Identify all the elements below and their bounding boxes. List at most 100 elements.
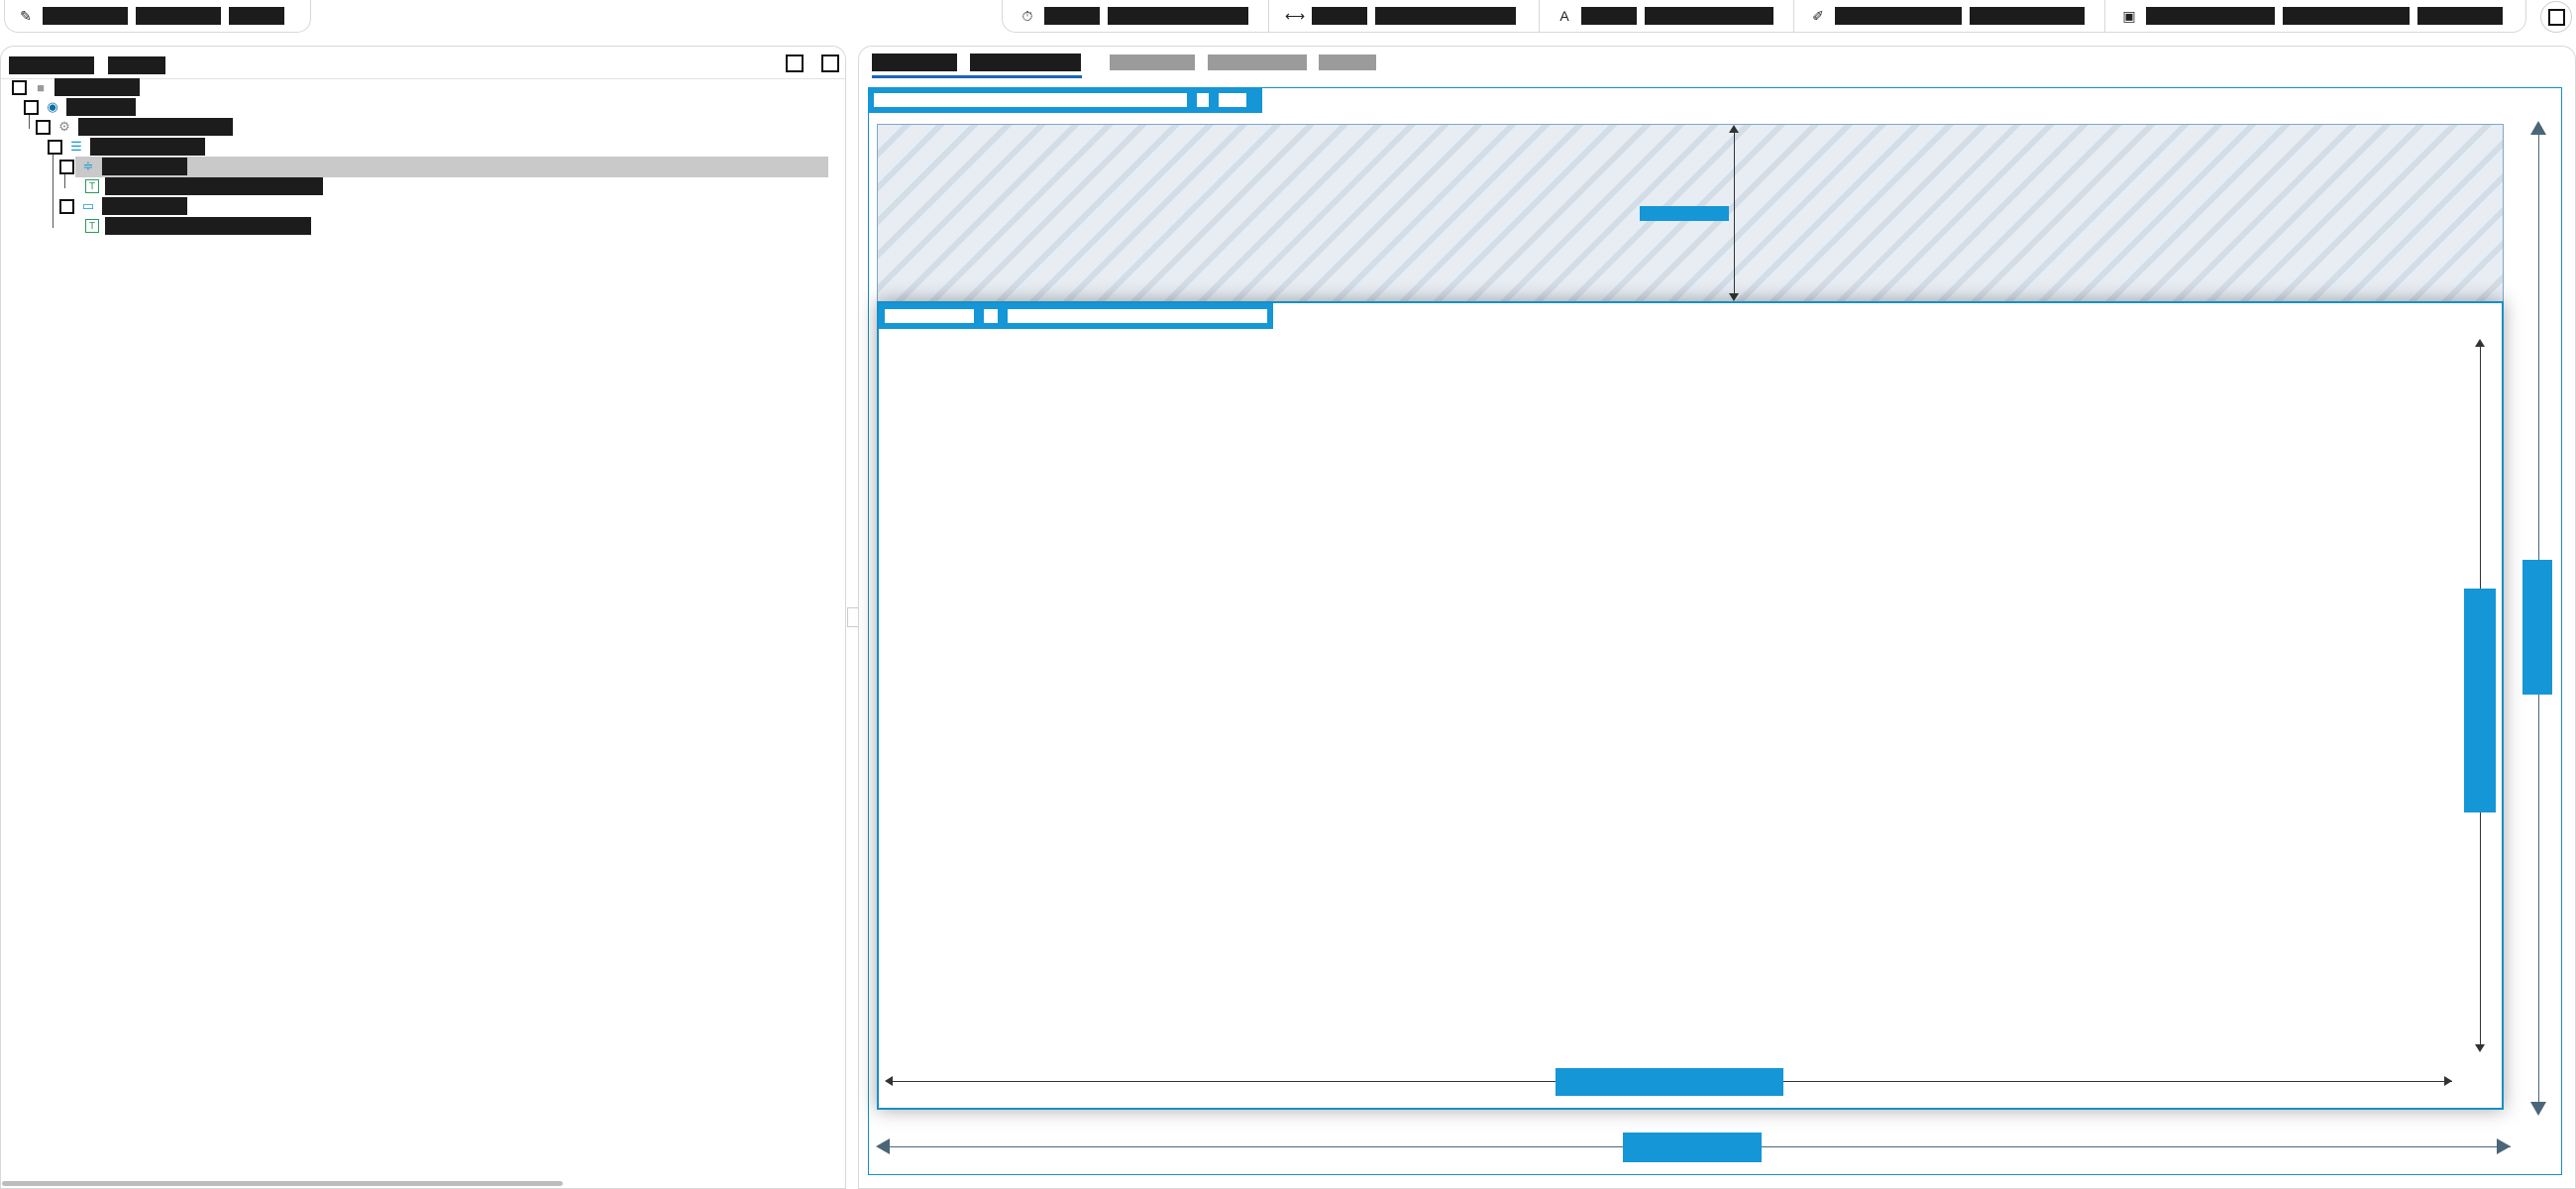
active-tab-indicator	[872, 75, 1082, 78]
toolbar-left-group: ✎ ████████ ████████ █████	[4, 0, 311, 33]
toolbar-divider	[2104, 0, 2105, 32]
content-frame[interactable]	[877, 301, 2504, 1110]
arrow-right-icon	[2497, 1138, 2511, 1154]
panel-toggle-button[interactable]	[2540, 1, 2572, 33]
toolbar-divider	[1539, 0, 1540, 32]
content-frame-name: ████████	[885, 309, 974, 323]
margin-value-label: ███████	[1640, 206, 1729, 221]
arrow-up-icon	[1729, 125, 1739, 133]
text-icon: T	[85, 219, 99, 233]
expand-toggle[interactable]	[12, 79, 27, 95]
tree-node[interactable]: ▭ █▁▁▁████	[59, 196, 187, 216]
arrow-left-icon	[885, 1076, 893, 1086]
tab-label: ████████	[872, 54, 957, 71]
content-frame-sep: █	[984, 309, 998, 323]
window-icon: ▭	[81, 198, 95, 213]
outer-frame-size: ███	[1219, 93, 1246, 107]
arrow-down-icon	[1729, 293, 1739, 301]
toolbar-image-extra[interactable]: ████████	[2417, 7, 2503, 25]
tab-label: ██████████	[1208, 54, 1307, 70]
arrow-down-icon	[2530, 1102, 2546, 1116]
magic-wand-icon[interactable]: ✎	[17, 7, 35, 25]
panel-toggle-icon	[2547, 8, 2565, 26]
toolbar-timer-label[interactable]: █████	[1044, 7, 1100, 25]
arrow-down-icon	[2475, 1044, 2485, 1052]
tree-connector	[53, 149, 54, 228]
outer-width-label: ██████████	[1623, 1133, 1762, 1162]
tree-node-label: ████████████▁▁▁	[78, 118, 233, 136]
tab-label: ████████	[1110, 54, 1195, 70]
outer-frame-tag[interactable]: ████████████████████████████ █ ███	[868, 87, 1262, 113]
outer-frame-sep: █	[1197, 93, 1209, 107]
toolbar-divider	[1268, 0, 1269, 32]
toolbar-divider	[1793, 0, 1794, 32]
toolbar-left-item-1[interactable]: ████████	[43, 7, 128, 25]
toolbar-pen-label[interactable]: ████████████	[1835, 7, 1962, 25]
tree-node-label: █▁▁▁████	[102, 197, 187, 215]
content-height-label: ████████████	[2464, 589, 2496, 812]
toolbar-width-label[interactable]: █████	[1312, 7, 1367, 25]
arrow-right-icon	[2444, 1076, 2452, 1086]
tree-node[interactable]: ◉ ████▁▁▁	[24, 97, 136, 117]
tree-node-selected[interactable]: ≑ ████████	[59, 157, 187, 176]
width-icon[interactable]: ⟷	[1285, 7, 1305, 25]
tree-header-tab-2[interactable]: █████	[108, 56, 165, 74]
tree-node[interactable]: ⚙ ████████████▁▁▁	[36, 117, 233, 137]
pen-icon[interactable]: ✐	[1809, 7, 1827, 25]
tree-node-label: ████████	[102, 158, 187, 175]
tab-4[interactable]: ██████████	[1208, 52, 1307, 73]
tab-5[interactable]: █████	[1319, 52, 1376, 73]
layout-icon: ☰	[70, 139, 82, 154]
tab-3[interactable]: ████████	[1110, 52, 1195, 73]
timer-icon[interactable]: ⏱	[1019, 7, 1036, 25]
arrow-up-icon	[2530, 121, 2546, 135]
folder-icon: ■	[37, 79, 45, 95]
arrow-up-icon	[2475, 339, 2485, 347]
tree-node[interactable]: T ██████ █████████ ████████	[85, 216, 311, 236]
tree-header-tab-1[interactable]: ████████	[9, 56, 94, 74]
toolbar-text-value[interactable]: ███████████	[1645, 7, 1773, 25]
toolbar-left-item-3[interactable]: █████	[229, 7, 284, 25]
expand-toggle[interactable]	[59, 198, 74, 214]
circle-icon: ◉	[47, 99, 58, 114]
toolbar-pen-value[interactable]: ███▁██████	[1970, 7, 2085, 25]
tree-node[interactable]: ☰ ███████████	[48, 137, 205, 157]
collapse-all-icon[interactable]	[821, 54, 839, 72]
toolbar-image-label[interactable]: ████████████	[2146, 7, 2275, 25]
expand-toggle[interactable]	[59, 159, 74, 174]
toolbar-text-label[interactable]: █████	[1581, 7, 1637, 25]
toolbar-width-value[interactable]: ████████████	[1375, 7, 1516, 25]
tab-2-active[interactable]: ███▁██████	[970, 52, 1081, 73]
text-style-icon[interactable]: A	[1556, 7, 1573, 25]
tree-node[interactable]: T ██████ █████████ █████████	[85, 176, 323, 196]
tree-node[interactable]: ■ ████████	[12, 77, 140, 97]
tree-node-label: ████████	[54, 78, 140, 96]
expand-toggle[interactable]	[36, 119, 51, 135]
expand-toggle[interactable]	[24, 99, 39, 115]
tree-node-label: ██████ █████████ ████████	[105, 217, 311, 235]
image-icon[interactable]: ▣	[2120, 7, 2138, 25]
gear-icon: ⚙	[58, 119, 70, 134]
toolbar-image-value[interactable]: ████████████	[2283, 7, 2410, 25]
toolbar-right-group: ⏱ █████ ████████████ ⟷ █████ ███████████…	[1002, 0, 2526, 33]
tree-node-label: ███████████	[90, 138, 205, 156]
tree-node-label: ████▁▁▁	[66, 98, 136, 116]
content-frame-size: ████████████████████	[1008, 309, 1267, 323]
expand-all-icon[interactable]	[786, 54, 804, 72]
tree-node-label: ██████ █████████ █████████	[105, 177, 323, 195]
margin-dimension-line	[1734, 127, 1735, 299]
expand-toggle[interactable]	[48, 139, 62, 155]
outer-frame-name: ████████████████████████████	[874, 93, 1187, 107]
content-frame-tag[interactable]: ████████ █ ████████████████████	[879, 303, 1273, 329]
outer-height-label: ████████	[2522, 560, 2552, 695]
text-icon: T	[85, 179, 99, 193]
toolbar-timer-value[interactable]: ████████████	[1108, 7, 1248, 25]
tab-label: ███▁██████	[970, 54, 1081, 71]
align-icon: ≑	[82, 159, 94, 173]
selected-row-highlight	[75, 157, 828, 177]
tab-label: █████	[1319, 54, 1376, 70]
tab-1[interactable]: ████████	[872, 52, 957, 73]
toolbar-left-item-2[interactable]: ████████	[136, 7, 221, 25]
content-width-label: ████████████	[1556, 1068, 1783, 1096]
horizontal-scrollbar[interactable]	[2, 1181, 563, 1186]
